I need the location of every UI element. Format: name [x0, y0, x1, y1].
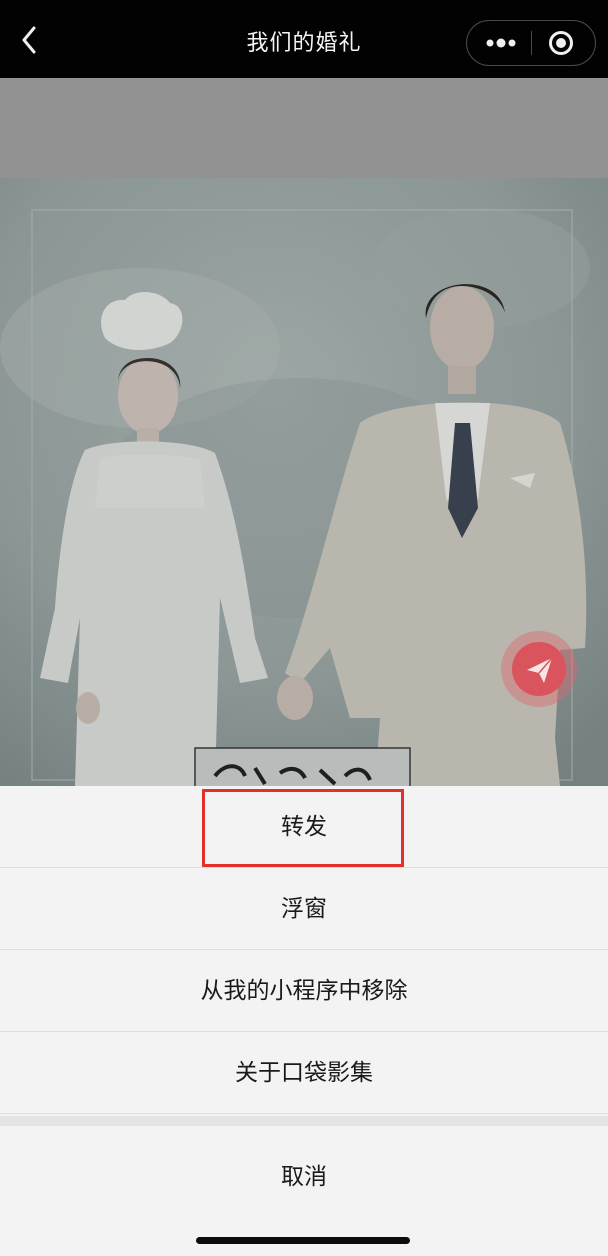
target-circle-icon[interactable] — [547, 29, 575, 57]
remove-mini-program-item[interactable]: 从我的小程序中移除 — [0, 950, 608, 1032]
floating-window-item[interactable]: 浮窗 — [0, 868, 608, 950]
sheet-separator — [0, 1116, 608, 1126]
more-dots-icon[interactable] — [481, 29, 519, 57]
about-app-item[interactable]: 关于口袋影集 — [0, 1032, 608, 1114]
capsule-divider — [531, 31, 532, 55]
navigation-bar: 我们的婚礼 — [0, 0, 608, 78]
paper-plane-icon[interactable] — [500, 630, 578, 708]
cancel-button[interactable]: 取消 — [0, 1126, 608, 1228]
menu-capsule — [466, 20, 596, 66]
highlight-annotation — [202, 789, 404, 867]
home-indicator — [196, 1237, 410, 1244]
dimmed-header-area — [0, 78, 608, 178]
